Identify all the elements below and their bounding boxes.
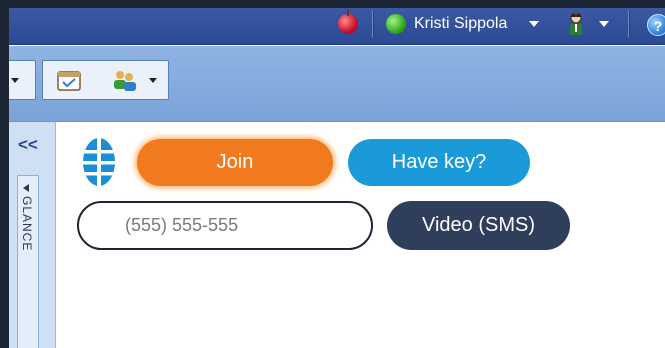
- agent-icon[interactable]: [567, 12, 585, 36]
- have-key-button[interactable]: Have key?: [348, 139, 530, 186]
- glance-tab-label: GLANCE: [20, 196, 34, 252]
- status-indicator-icon[interactable]: [386, 14, 406, 34]
- video-sms-button[interactable]: Video (SMS): [387, 201, 570, 250]
- toolbar-dropdown-button[interactable]: [0, 60, 36, 100]
- phone-number-input[interactable]: [77, 201, 373, 250]
- user-menu-chevron-down-icon[interactable]: [529, 21, 539, 27]
- user-name-menu[interactable]: Kristi Sippola: [414, 15, 507, 33]
- chevron-down-icon[interactable]: [149, 78, 157, 83]
- topbar-divider: [372, 10, 373, 38]
- collapse-panel-button[interactable]: <<: [18, 135, 38, 155]
- top-bar: Kristi Sippola ?: [0, 0, 665, 45]
- help-icon[interactable]: ?: [647, 14, 665, 36]
- globe-logo-icon: [83, 138, 115, 186]
- toolbar-button-group: [42, 60, 169, 100]
- users-icon[interactable]: [111, 67, 137, 93]
- apple-icon[interactable]: [338, 10, 358, 34]
- agent-menu-chevron-down-icon[interactable]: [599, 21, 609, 27]
- chevron-down-icon: [11, 78, 19, 83]
- topbar-divider: [628, 10, 629, 38]
- caret-left-icon: [23, 184, 29, 192]
- join-button[interactable]: Join: [137, 139, 333, 186]
- calendar-icon[interactable]: [57, 69, 81, 91]
- glance-tab[interactable]: GLANCE: [17, 175, 39, 348]
- toolbar: [0, 46, 665, 122]
